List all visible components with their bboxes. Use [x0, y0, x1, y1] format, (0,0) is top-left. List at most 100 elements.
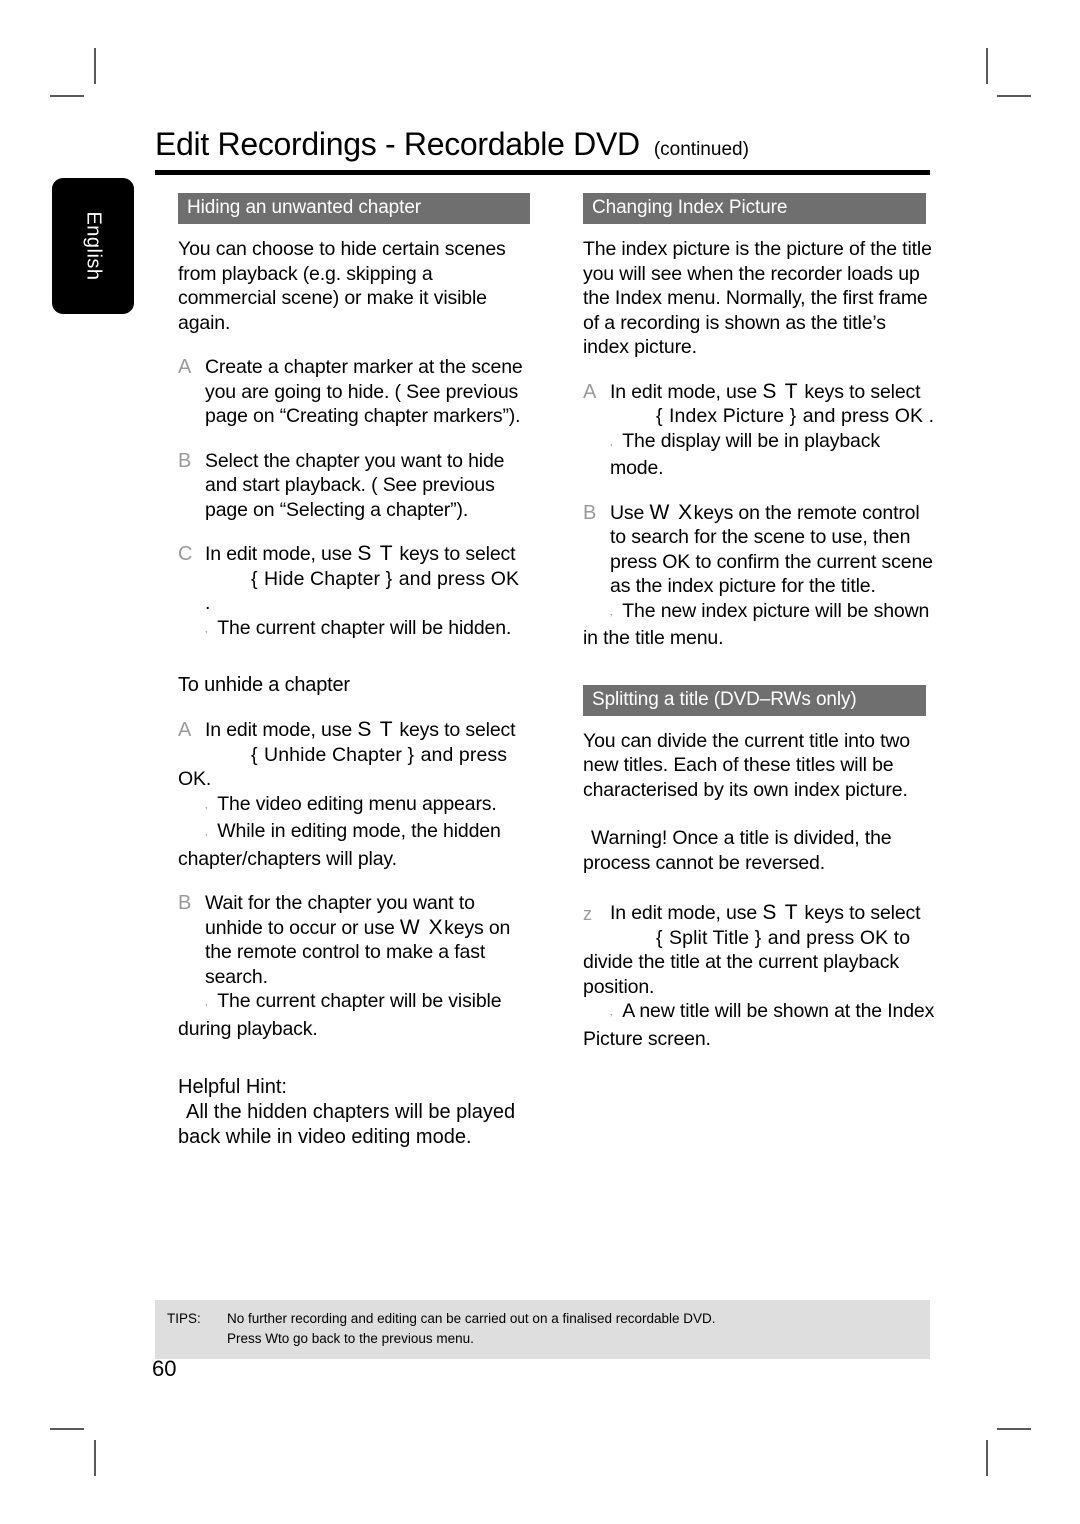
- result-text: The display will be in playback mode.: [610, 429, 880, 480]
- menu-tail: and press OK to: [762, 926, 911, 949]
- step-result: The current chapter will be visible duri…: [178, 989, 530, 1041]
- step-lead-post: keys to select: [394, 543, 516, 565]
- menu-open-brace: {: [251, 567, 259, 590]
- section-header-hiding-chapter: Hiding an unwanted chapter: [178, 193, 530, 224]
- step-marker: B: [178, 892, 192, 914]
- tips-line-2-post: to go back to the previous menu.: [278, 1331, 474, 1346]
- page-title-continued: (continued): [653, 139, 749, 160]
- splitting-title-warning: Warning! Once a title is divided, the pr…: [583, 827, 892, 874]
- title-rule: [155, 170, 930, 175]
- right-column: Changing Index Picture The index picture…: [583, 193, 935, 1051]
- menu-selection-line: { Index Picture } and press OK .: [610, 404, 935, 429]
- step-index-a: A In edit mode, use S T keys to select {…: [583, 380, 935, 481]
- section-header-splitting-a-title: Splitting a title (DVD–RWs only): [583, 684, 926, 716]
- tips-row-2: Press Wto go back to the previous menu.: [155, 1329, 930, 1349]
- step-index-b: B Use W Xkeys on the remote control to s…: [583, 501, 935, 651]
- result-bullet-icon: [610, 606, 612, 618]
- step-lead-pre: In edit mode, use: [610, 380, 763, 403]
- menu-item-label: Split Title: [663, 926, 755, 949]
- step-result: The new index picture will be shown in t…: [583, 599, 935, 651]
- navigation-keys-icon: S T: [762, 901, 800, 924]
- crop-mark-bottom-right-vertical: [986, 1440, 988, 1476]
- crop-mark-top-left-vertical: [94, 48, 96, 84]
- language-tab: English: [52, 178, 134, 314]
- result-text: The current chapter will be hidden.: [217, 616, 512, 639]
- result-bullet-icon: [205, 826, 207, 838]
- language-tab-label: English: [82, 211, 105, 281]
- result-bullet-icon: [610, 436, 612, 448]
- step-hiding-c: C In edit mode, use S T keys to select {…: [178, 542, 530, 643]
- page-title: Edit Recordings - Recordable DVD (continu…: [155, 126, 945, 163]
- result-bullet-icon: [205, 799, 207, 811]
- step-lead-pre: In edit mode, use: [610, 902, 763, 924]
- step-result-2: While in editing mode, the hidden chapte…: [178, 819, 530, 871]
- helpful-hint-heading: Helpful Hint:: [178, 1076, 287, 1098]
- hiding-chapter-intro: You can choose to hide certain scenes fr…: [178, 238, 506, 334]
- result-bullet-icon: [205, 623, 207, 635]
- menu-selection-line: { Split Title } and press OK to: [610, 926, 935, 951]
- helpful-hint-body: All the hidden chapters will be played b…: [178, 1101, 516, 1148]
- tips-label-spacer: [155, 1329, 227, 1349]
- step-result: The display will be in playback mode.: [610, 429, 935, 481]
- menu-tail-second-line: divide the title at the current playback…: [583, 951, 899, 998]
- step-text: Select the chapter you want to hide and …: [205, 449, 505, 521]
- tips-box: TIPS: No further recording and editing c…: [155, 1300, 930, 1359]
- menu-open-brace: {: [251, 743, 259, 766]
- step-result: A new title will be shown at the Index P…: [583, 999, 935, 1051]
- menu-open-brace: {: [656, 926, 664, 949]
- menu-selection-line: { Unhide Chapter } and press: [205, 743, 530, 768]
- step-hiding-a: A Create a chapter marker at the scene y…: [178, 355, 530, 429]
- menu-item-label: Unhide Chapter: [258, 743, 408, 766]
- step-text: Create a chapter marker at the scene you…: [205, 356, 523, 427]
- menu-open-brace: {: [656, 405, 664, 427]
- step-marker: A: [583, 380, 597, 403]
- search-keys-icon: W X: [399, 915, 445, 939]
- back-key-icon: W: [265, 1331, 279, 1346]
- step-text-pre: Use: [610, 501, 650, 524]
- step-lead-post: keys to select: [394, 719, 516, 741]
- menu-tail: and press: [415, 743, 508, 766]
- result-bullet-icon: [610, 1006, 612, 1018]
- tips-line-2-pre: Press: [227, 1331, 266, 1346]
- crop-mark-top-right-horizontal: [997, 95, 1031, 97]
- crop-mark-top-right-vertical: [986, 48, 988, 84]
- navigation-keys-icon: S T: [357, 542, 395, 565]
- step-marker: A: [178, 719, 192, 741]
- step-marker: z: [583, 904, 592, 924]
- crop-mark-bottom-left-horizontal: [50, 1428, 84, 1430]
- step-lead-post: keys to select: [799, 902, 921, 924]
- index-picture-intro: The index picture is the picture of the …: [583, 238, 932, 358]
- menu-tail-second-line: OK.: [178, 768, 212, 790]
- navigation-keys-icon: S T: [762, 379, 800, 403]
- menu-selection-line: { Hide Chapter } and press OK .: [205, 567, 530, 616]
- page-title-main: Edit Recordings - Recordable DVD: [155, 126, 640, 162]
- step-result-1: The video editing menu appears.: [205, 792, 530, 820]
- subheading-to-unhide-a-chapter: To unhide a chapter: [178, 674, 350, 696]
- navigation-keys-icon: S T: [357, 718, 395, 741]
- step-unhide-b: B Wait for the chapter you want to unhid…: [178, 891, 530, 1041]
- tips-line-2: Press Wto go back to the previous menu.: [227, 1329, 930, 1349]
- result-text: While in editing mode, the hidden chapte…: [178, 820, 501, 870]
- crop-mark-bottom-right-horizontal: [997, 1428, 1031, 1430]
- step-result: The current chapter will be hidden.: [205, 616, 530, 644]
- result-text: The video editing menu appears.: [217, 792, 497, 815]
- step-lead-pre: In edit mode, use: [205, 543, 358, 565]
- page-number: 60: [152, 1356, 177, 1381]
- step-marker: C: [178, 543, 193, 565]
- section-header-changing-index-picture: Changing Index Picture: [583, 193, 926, 224]
- step-hiding-b: B Select the chapter you want to hide an…: [178, 449, 530, 523]
- step-marker: B: [583, 501, 597, 524]
- step-split-z: z In edit mode, use S T keys to select {…: [583, 901, 935, 1051]
- tips-label: TIPS:: [167, 1311, 201, 1326]
- menu-tail: and press OK .: [797, 405, 935, 427]
- splitting-title-intro: You can divide the current title into tw…: [583, 729, 910, 801]
- step-lead-post: keys to select: [799, 380, 921, 403]
- step-marker: A: [178, 356, 192, 378]
- step-unhide-a: A In edit mode, use S T keys to select {…: [178, 718, 530, 871]
- tips-line-1: No further recording and editing can be …: [227, 1311, 716, 1326]
- step-lead-pre: In edit mode, use: [205, 719, 358, 741]
- left-column: Hiding an unwanted chapter You can choos…: [178, 193, 530, 1150]
- search-keys-icon: W X: [649, 500, 694, 524]
- step-marker: B: [178, 449, 192, 472]
- result-text: The new index picture will be shown in t…: [583, 599, 930, 650]
